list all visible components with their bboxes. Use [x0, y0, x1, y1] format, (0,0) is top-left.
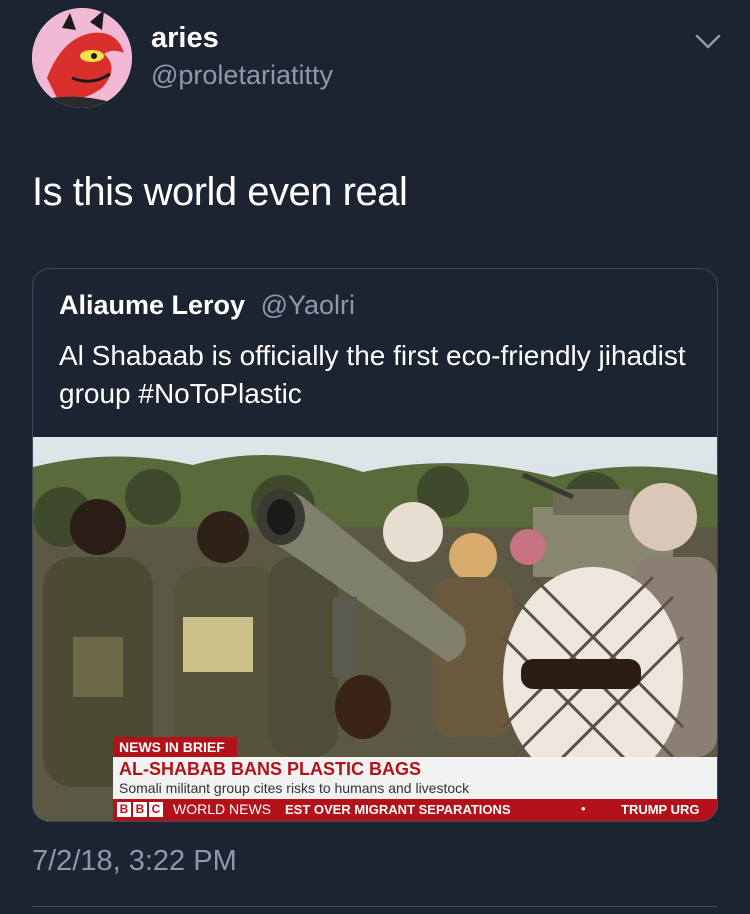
quoted-tweet-name: Aliaume Leroy — [59, 290, 246, 320]
quoted-tweet-media[interactable]: NEWS IN BRIEF AL-SHABAB BANS PLASTIC BAG… — [33, 437, 717, 821]
channel-name: WORLD NEWS — [173, 801, 271, 817]
chevron-down-icon[interactable] — [693, 30, 723, 52]
divider — [32, 906, 718, 907]
tweet-text: Is this world even real — [32, 170, 408, 214]
news-ticker: NEWS IN BRIEF AL-SHABAB BANS PLASTIC BAG… — [33, 737, 717, 821]
bbc-logo-letter: C — [149, 802, 163, 817]
news-headline: AL-SHABAB BANS PLASTIC BAGS — [119, 759, 422, 779]
quoted-tweet-handle: @Yaolri — [260, 290, 356, 320]
news-tag: NEWS IN BRIEF — [113, 737, 237, 757]
news-bottom-bar: B B C WORLD NEWS EST OVER MIGRANT SEPARA… — [113, 799, 717, 821]
news-subline: Somali militant group cites risks to hum… — [119, 780, 470, 796]
bbc-logo-letter: B — [133, 802, 147, 817]
user-handle[interactable]: @proletariatitty — [151, 60, 333, 91]
avatar-image — [32, 8, 132, 108]
quoted-tweet-header: Aliaume Leroy @Yaolri — [59, 290, 355, 321]
quoted-tweet-card[interactable]: Aliaume Leroy @Yaolri Al Shabaab is offi… — [32, 268, 718, 822]
display-name[interactable]: aries — [151, 22, 219, 55]
bbc-logo: B B C — [117, 802, 163, 817]
headline-box: AL-SHABAB BANS PLASTIC BAGS Somali milit… — [113, 757, 717, 799]
avatar[interactable] — [32, 8, 132, 108]
ticker-text-2: TRUMP URG — [621, 802, 700, 817]
quoted-tweet-text: Al Shabaab is officially the first eco-f… — [59, 340, 686, 409]
bbc-logo-letter: B — [117, 802, 131, 817]
tweet-timestamp[interactable]: 7/2/18, 3:22 PM — [32, 845, 237, 878]
ticker-text: EST OVER MIGRANT SEPARATIONS — [285, 802, 511, 817]
ticker-bullet: • — [581, 801, 586, 816]
